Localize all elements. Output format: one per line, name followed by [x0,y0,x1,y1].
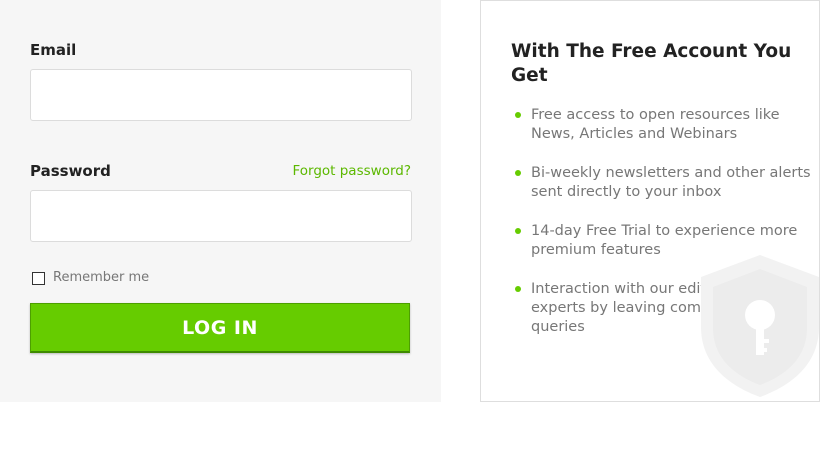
bullet-icon [515,112,521,118]
shield-keyhole-icon [701,255,819,397]
benefit-text: Bi-weekly newsletters and other alerts s… [531,165,811,200]
remember-me-checkbox[interactable] [32,272,45,285]
list-item: Free access to open resources like News,… [511,106,817,144]
bullet-icon [515,228,521,234]
bullet-icon [515,286,521,292]
list-item: Bi-weekly newsletters and other alerts s… [511,164,817,202]
benefit-text: Free access to open resources like News,… [531,107,780,142]
login-panel: Email Password Forgot password? Remember… [0,0,441,402]
email-input[interactable] [30,69,412,121]
forgot-password-link[interactable]: Forgot password? [292,163,411,179]
password-label: Password [30,162,111,180]
email-label: Email [30,41,77,59]
benefits-title: With The Free Account You Get [511,41,792,86]
bullet-icon [515,170,521,176]
password-input[interactable] [30,190,412,242]
login-button[interactable]: LOG IN [30,303,410,353]
remember-me-label: Remember me [53,270,150,285]
benefits-panel: With The Free Account You Get Free acces… [480,0,820,402]
